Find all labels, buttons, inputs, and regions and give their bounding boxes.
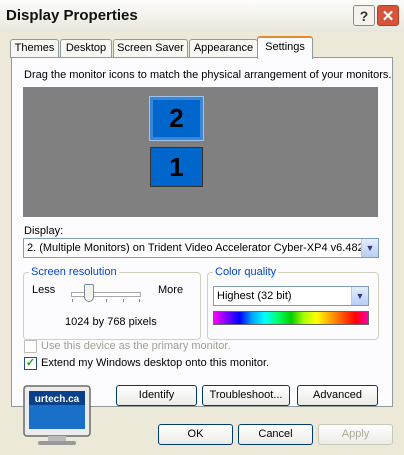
arrange-hint: Drag the monitor icons to match the phys… <box>24 69 392 81</box>
close-button[interactable]: ✕ <box>377 5 399 26</box>
monitor-icon: urtech.ca <box>23 385 91 445</box>
checkmark-icon: ✓ <box>25 357 36 369</box>
display-properties-window: Display Properties ? ✕ Themes Desktop Sc… <box>0 0 404 455</box>
slider-tick <box>72 299 73 302</box>
watermark-text: urtech.ca <box>35 394 80 405</box>
cancel-button[interactable]: Cancel <box>238 424 313 445</box>
title-bar[interactable]: Display Properties ? ✕ <box>0 0 404 32</box>
color-quality-label: Color quality <box>213 266 279 278</box>
primary-monitor-label: Use this device as the primary monitor. <box>41 340 231 352</box>
monitor-1-icon[interactable]: 1 <box>150 147 203 187</box>
chevron-down-icon[interactable]: ▼ <box>351 287 368 305</box>
slider-tick <box>106 299 107 302</box>
color-quality-select[interactable]: Highest (32 bit) ▼ <box>213 286 369 306</box>
display-label: Display: <box>24 225 64 237</box>
color-quality-value: Highest (32 bit) <box>217 290 292 302</box>
advanced-button[interactable]: Advanced <box>297 385 378 406</box>
chevron-down-icon[interactable]: ▼ <box>361 239 378 257</box>
screen-resolution-label: Screen resolution <box>29 266 119 278</box>
resolution-slider-thumb[interactable] <box>84 284 94 302</box>
tab-desktop[interactable]: Desktop <box>60 39 112 58</box>
resolution-more-label: More <box>158 284 184 296</box>
close-icon: ✕ <box>381 7 395 25</box>
monitor-2-icon[interactable]: 2 <box>149 96 204 141</box>
resolution-value: 1024 by 768 pixels <box>65 316 157 328</box>
troubleshoot-button[interactable]: Troubleshoot... <box>202 385 290 406</box>
display-select-value: 2. (Multiple Monitors) on Trident Video … <box>27 242 370 254</box>
slider-tick <box>139 299 140 302</box>
screen-resolution-group <box>23 272 201 340</box>
window-title: Display Properties <box>6 7 138 24</box>
color-quality-group <box>207 272 379 340</box>
slider-tick <box>123 299 124 302</box>
help-icon: ? <box>359 7 369 24</box>
tab-themes[interactable]: Themes <box>10 39 59 58</box>
apply-button[interactable]: Apply <box>318 424 393 445</box>
tab-settings[interactable]: Settings <box>257 36 313 59</box>
color-palette-preview <box>213 311 369 325</box>
extend-desktop-checkbox[interactable]: ✓ <box>24 357 37 370</box>
resolution-less-label: Less <box>32 284 56 296</box>
resolution-slider-track[interactable] <box>71 292 141 297</box>
tab-appearance[interactable]: Appearance <box>189 39 258 58</box>
ok-button[interactable]: OK <box>158 424 233 445</box>
primary-monitor-checkbox[interactable] <box>24 340 37 353</box>
monitor-arrangement-area[interactable]: 2 1 <box>23 87 378 217</box>
extend-desktop-label: Extend my Windows desktop onto this moni… <box>41 357 270 369</box>
display-select[interactable]: 2. (Multiple Monitors) on Trident Video … <box>23 238 379 258</box>
help-button[interactable]: ? <box>353 5 375 26</box>
tab-screen-saver[interactable]: Screen Saver <box>113 39 188 58</box>
identify-button[interactable]: Identify <box>116 385 197 406</box>
